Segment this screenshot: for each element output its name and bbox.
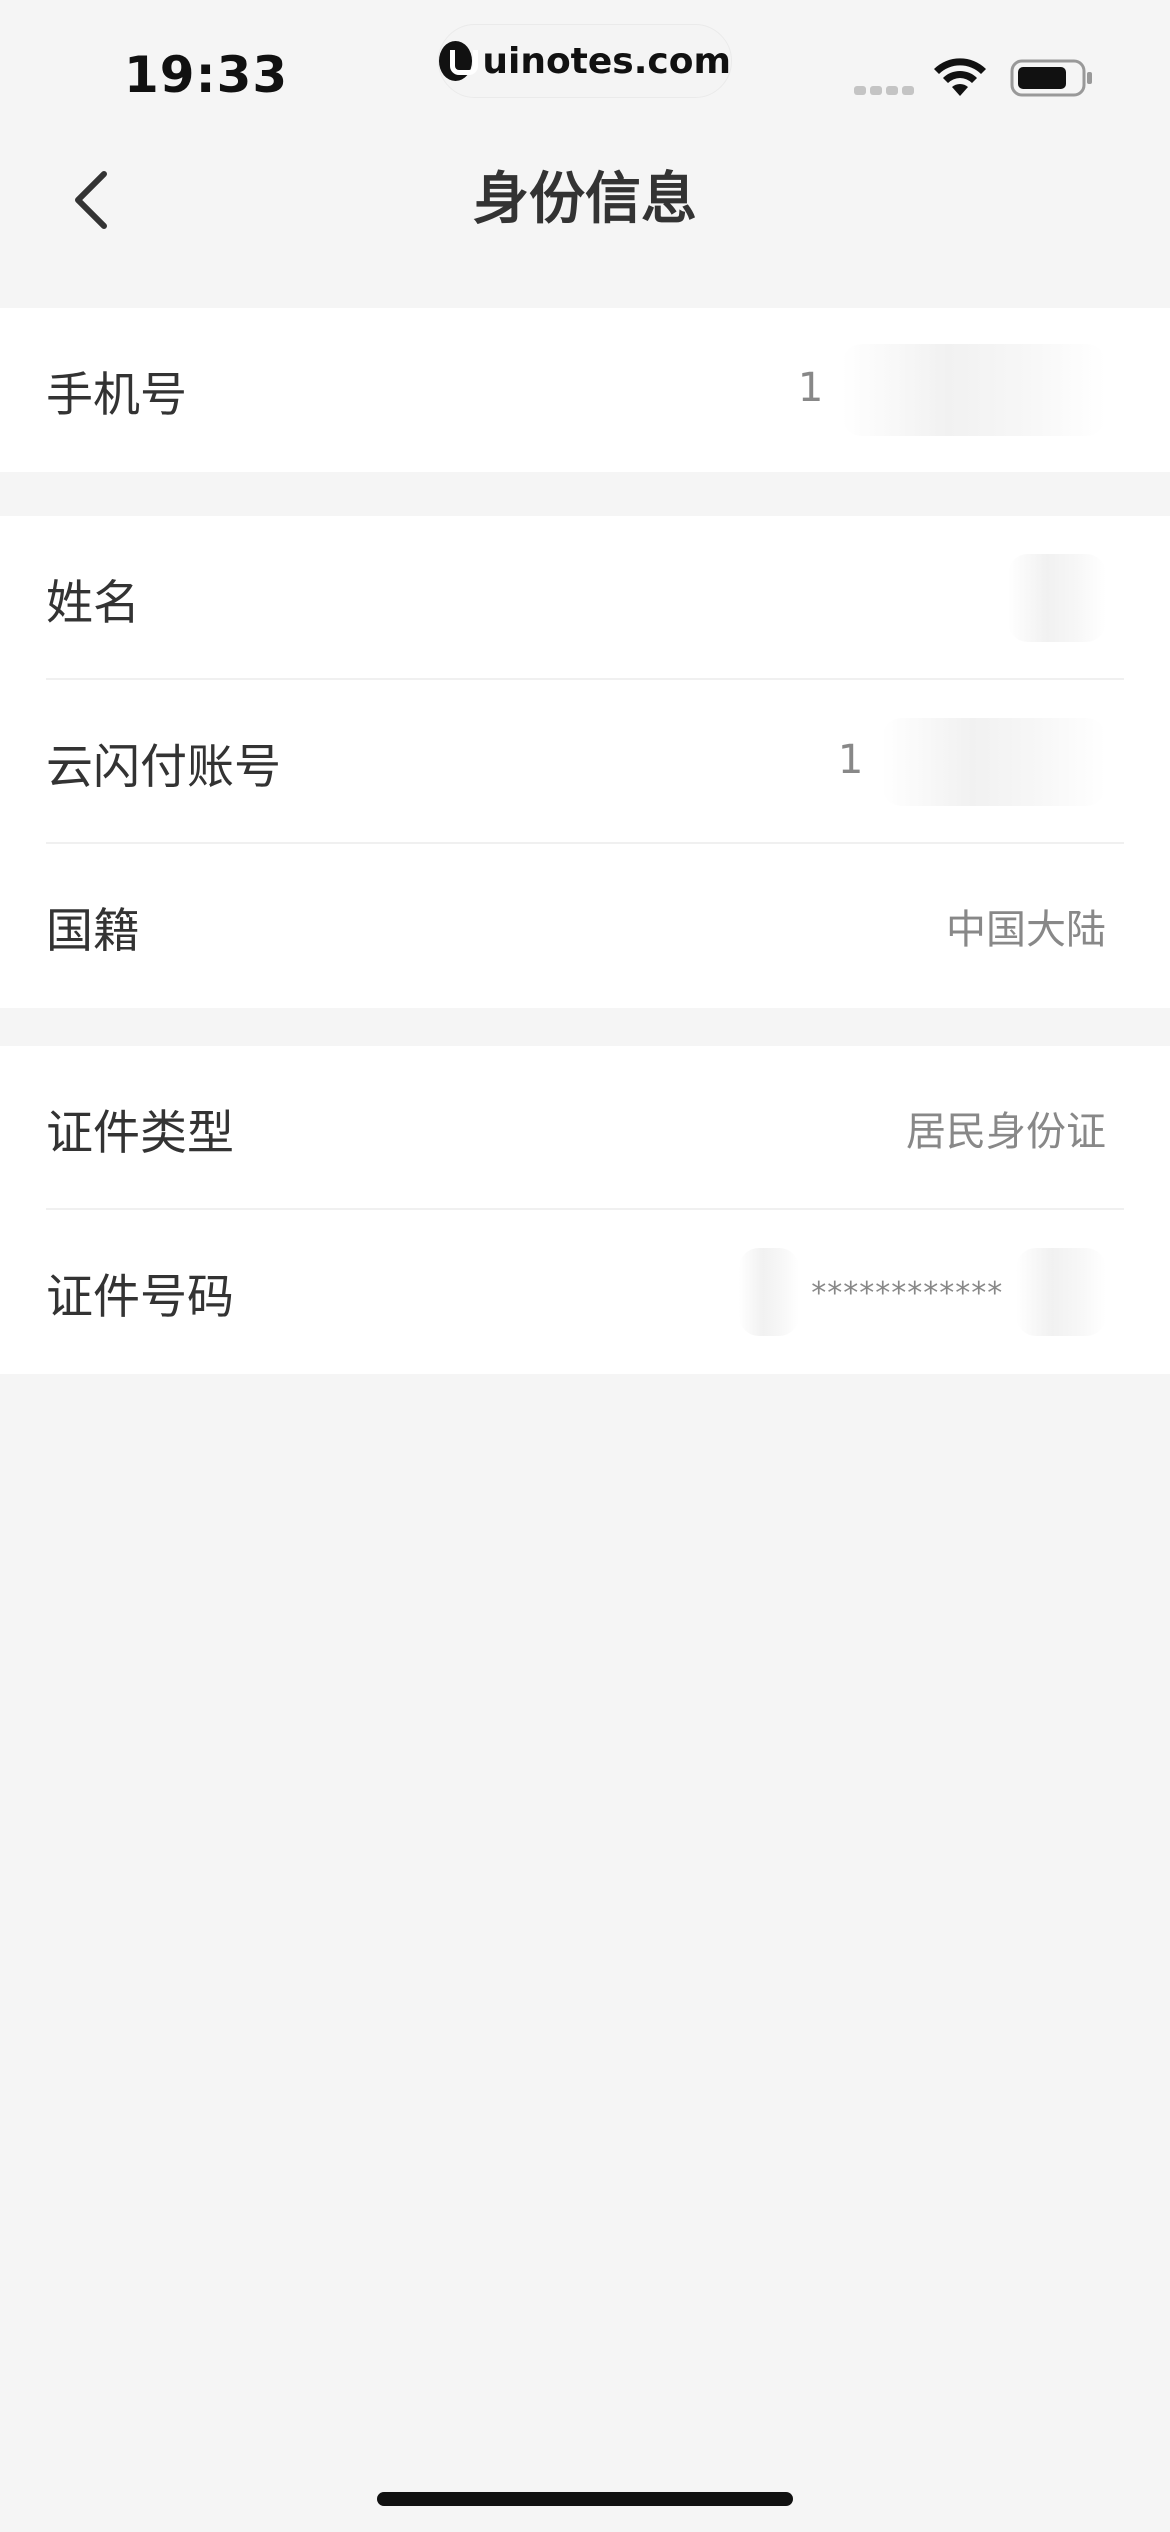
home-indicator[interactable] (377, 2492, 793, 2506)
id-type-label: 证件类型 (46, 1105, 234, 1161)
nationality-label: 国籍 (46, 903, 140, 959)
identity-info-screen: 19:33 uinotes.com 身份信息 手机号 1 姓名 云闪付账号 1 … (0, 0, 1170, 2532)
watermark-text: uinotes.com (482, 40, 731, 82)
nationality-value: 中国大陆 (946, 907, 1106, 953)
phone-row[interactable]: 手机号 1 (0, 308, 1170, 472)
page-title: 身份信息 (473, 167, 697, 232)
status-time: 19:33 (124, 46, 289, 104)
id-type-row[interactable]: 证件类型 居民身份证 (0, 1046, 1170, 1210)
id-number-redaction-mask-left (738, 1248, 799, 1336)
id-type-value: 居民身份证 (906, 1109, 1106, 1155)
wifi-icon (934, 58, 986, 96)
id-document-group: 证件类型 居民身份证 证件号码 ************ (0, 1046, 1170, 1374)
status-bar: 19:33 uinotes.com (0, 0, 1170, 132)
phone-value: 1 (798, 344, 1106, 436)
name-label: 姓名 (46, 575, 140, 631)
watermark-logo-icon (439, 41, 479, 81)
navigation-bar: 身份信息 (0, 132, 1170, 308)
id-number-row[interactable]: 证件号码 ************ (0, 1210, 1170, 1374)
nationality-row[interactable]: 国籍 中国大陆 (0, 844, 1170, 1008)
chevron-left-icon (75, 171, 107, 229)
id-number-label: 证件号码 (46, 1269, 234, 1325)
back-button[interactable] (58, 162, 122, 238)
id-number-redaction-mask-right (1016, 1248, 1106, 1336)
account-row[interactable]: 云闪付账号 1 (0, 680, 1170, 844)
watermark-badge: uinotes.com (438, 24, 732, 98)
personal-info-group: 姓名 云闪付账号 1 国籍 中国大陆 (0, 516, 1170, 1008)
phone-group: 手机号 1 (0, 308, 1170, 472)
account-value: 1 (838, 718, 1106, 806)
account-redaction-mask (882, 718, 1106, 806)
battery-icon (1010, 59, 1092, 97)
phone-redaction-mask (842, 344, 1106, 436)
phone-label: 手机号 (46, 367, 187, 423)
account-label: 云闪付账号 (46, 739, 281, 795)
cellular-signal-icon (854, 86, 918, 95)
name-redaction-mask (1008, 554, 1106, 642)
name-value (1008, 554, 1106, 642)
id-number-value: ************ (738, 1248, 1106, 1336)
name-row[interactable]: 姓名 (0, 516, 1170, 680)
